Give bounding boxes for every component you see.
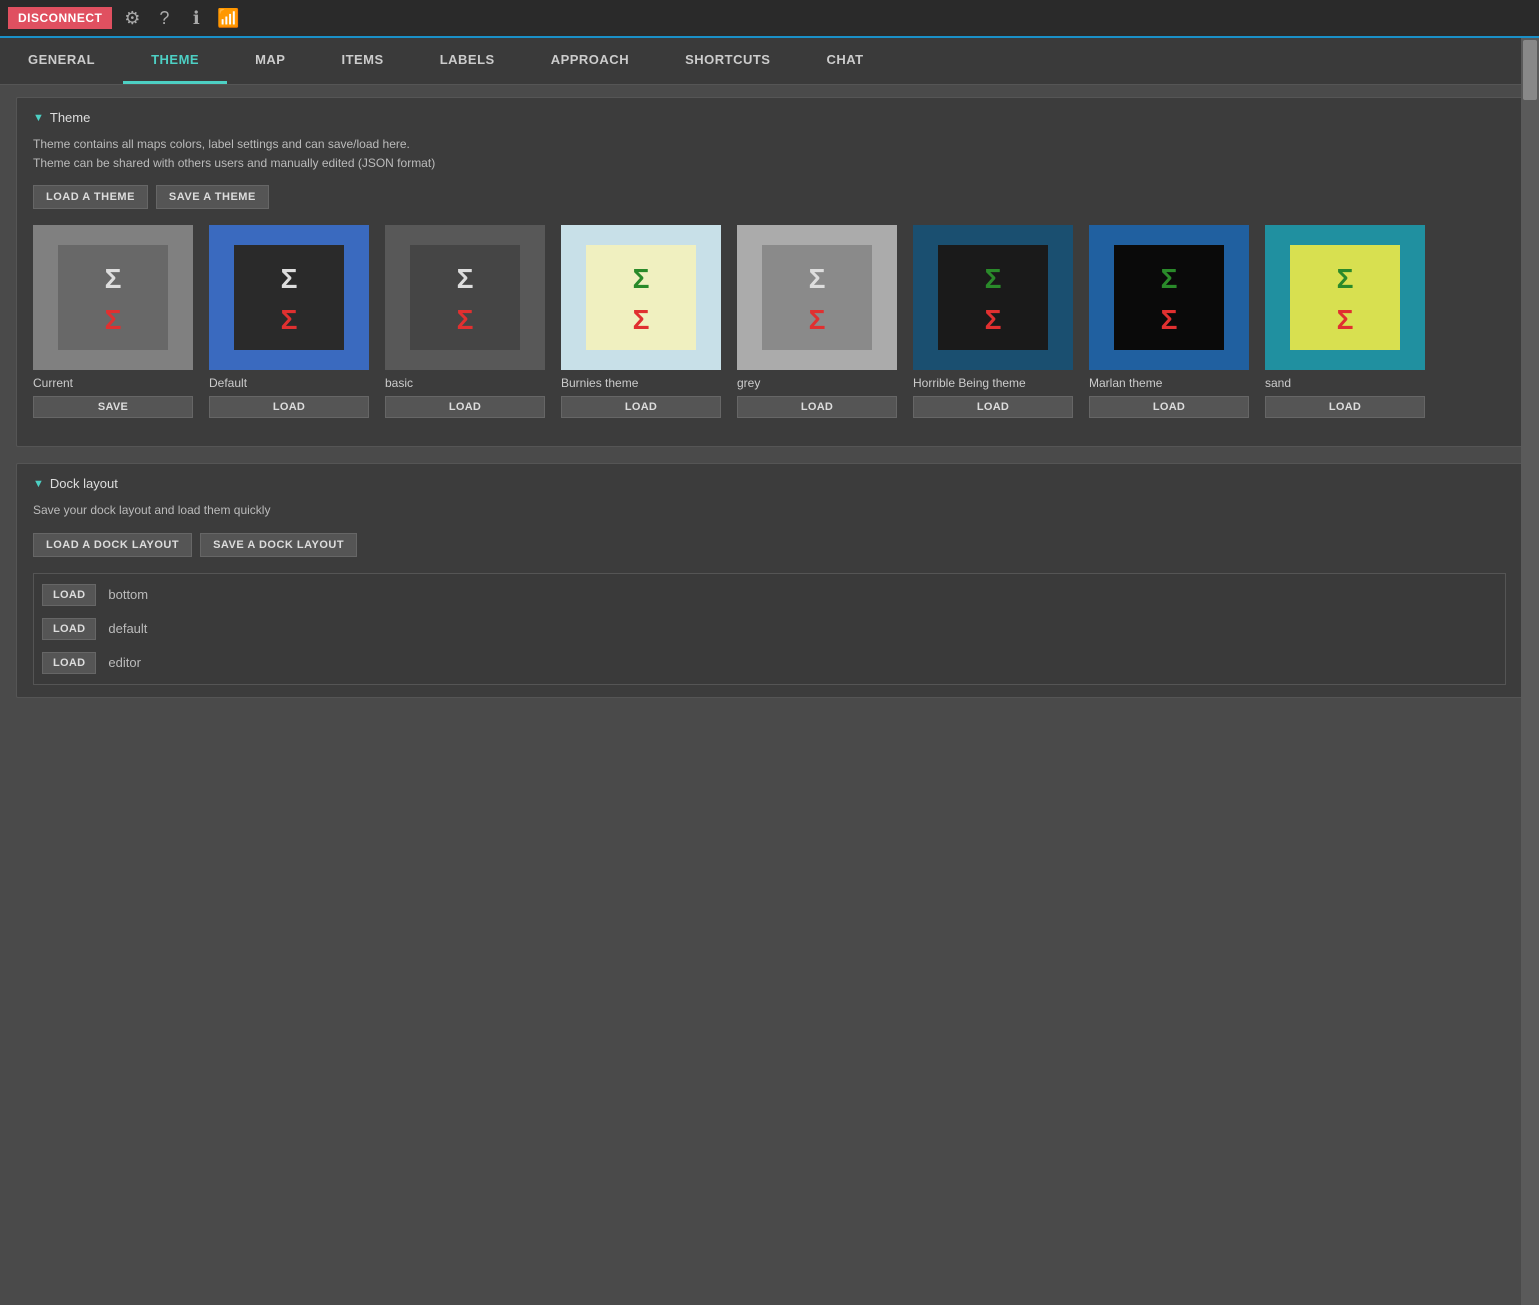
theme-preview-current: ΣΣ [33,225,193,370]
dock-buttons: LOAD A DOCK LAYOUT SAVE A DOCK LAYOUT [33,533,1506,557]
theme-item-burnies: ΣΣ Burnies theme LOAD [561,225,721,418]
tab-general[interactable]: GENERAL [0,38,123,84]
theme-desc-line2: Theme can be shared with others users an… [33,154,1506,173]
signal-icon[interactable]: 📶 [216,6,240,30]
theme-preview-basic: ΣΣ [385,225,545,370]
tab-labels[interactable]: LABELS [412,38,523,84]
dock-load-button-default[interactable]: LOAD [42,618,96,640]
sigma-top-horrible: Σ [985,263,1002,295]
theme-grid: ΣΣCurrentSAVEΣΣDefaultLOADΣΣbasicLOADΣΣB… [33,225,1506,434]
theme-load-button-grey[interactable]: LOAD [737,396,897,418]
theme-section-title: Theme [50,110,90,125]
load-dock-button[interactable]: LOAD A DOCK LAYOUT [33,533,192,557]
sigma-top-grey: Σ [809,263,826,295]
theme-preview-sand: ΣΣ [1265,225,1425,370]
theme-item-horrible: ΣΣ Horrible Being theme LOAD [913,225,1073,418]
theme-item-default: ΣΣ Default LOAD [209,225,369,418]
dock-item-default: LOAD default [34,612,1505,646]
tab-approach[interactable]: APPROACH [523,38,657,84]
theme-desc-line1: Theme contains all maps colors, label se… [33,135,1506,154]
theme-label-horrible: Horrible Being theme [913,376,1073,390]
sigma-bottom-marlan: Σ [1161,304,1178,336]
theme-label-default: Default [209,376,369,390]
theme-desc: Theme contains all maps colors, label se… [33,135,1506,173]
sigma-bottom-grey: Σ [809,304,826,336]
main-content: ▼ Theme Theme contains all maps colors, … [0,85,1539,710]
theme-label-burnies: Burnies theme [561,376,721,390]
top-bar: DISCONNECT ⚙ ? ℹ 📶 [0,0,1539,38]
save-dock-button[interactable]: SAVE A DOCK LAYOUT [200,533,357,557]
question-icon[interactable]: ? [152,6,176,30]
sigma-top-sand: Σ [1337,263,1354,295]
theme-item-current: ΣΣ Current SAVE [33,225,193,418]
theme-preview-grey: ΣΣ [737,225,897,370]
tab-shortcuts[interactable]: SHORTCUTS [657,38,798,84]
dock-item-label-editor: editor [108,655,141,670]
dock-section-header: ▼ Dock layout [33,476,1506,491]
scrollbar-thumb[interactable] [1523,40,1537,100]
theme-preview-default: ΣΣ [209,225,369,370]
theme-item-marlan: ΣΣ Marlan theme LOAD [1089,225,1249,418]
dock-item-editor: LOAD editor [34,646,1505,680]
theme-item-grey: ΣΣgreyLOAD [737,225,897,418]
dock-item-bottom: LOAD bottom [34,578,1505,612]
dock-load-button-bottom[interactable]: LOAD [42,584,96,606]
sigma-top-burnies: Σ [633,263,650,295]
dock-item-label-default: default [108,621,147,636]
theme-label-basic: basic [385,376,545,390]
dock-section-title: Dock layout [50,476,118,491]
save-theme-button[interactable]: SAVE A THEME [156,185,269,209]
tab-map[interactable]: MAP [227,38,313,84]
tab-theme[interactable]: THEME [123,38,227,84]
scrollbar[interactable] [1521,38,1539,1305]
sigma-bottom-sand: Σ [1337,304,1354,336]
theme-label-current: Current [33,376,193,390]
theme-section-header: ▼ Theme [33,110,1506,125]
theme-load-button-burnies[interactable]: LOAD [561,396,721,418]
tab-chat[interactable]: CHAT [798,38,891,84]
disconnect-button[interactable]: DISCONNECT [8,7,112,29]
sigma-bottom-default: Σ [281,304,298,336]
theme-save-button-current[interactable]: SAVE [33,396,193,418]
theme-load-button-default[interactable]: LOAD [209,396,369,418]
theme-preview-horrible: ΣΣ [913,225,1073,370]
sigma-bottom-burnies: Σ [633,304,650,336]
dock-desc: Save your dock layout and load them quic… [33,501,1506,520]
dock-arrow-icon: ▼ [33,478,44,490]
sigma-bottom-basic: Σ [457,304,474,336]
theme-label-marlan: Marlan theme [1089,376,1249,390]
sigma-bottom-horrible: Σ [985,304,1002,336]
theme-label-sand: sand [1265,376,1425,390]
info-icon[interactable]: ℹ [184,6,208,30]
dock-item-label-bottom: bottom [108,587,148,602]
theme-arrow-icon: ▼ [33,112,44,124]
theme-item-sand: ΣΣsandLOAD [1265,225,1425,418]
nav-tabs: GENERAL THEME MAP ITEMS LABELS APPROACH … [0,38,1539,85]
theme-label-grey: grey [737,376,897,390]
theme-load-button-horrible[interactable]: LOAD [913,396,1073,418]
theme-section: ▼ Theme Theme contains all maps colors, … [16,97,1523,447]
tab-items[interactable]: ITEMS [313,38,411,84]
theme-item-basic: ΣΣbasicLOAD [385,225,545,418]
theme-load-button-sand[interactable]: LOAD [1265,396,1425,418]
sigma-top-current: Σ [105,263,122,295]
sigma-top-default: Σ [281,263,298,295]
dock-section: ▼ Dock layout Save your dock layout and … [16,463,1523,697]
theme-load-button-basic[interactable]: LOAD [385,396,545,418]
sigma-bottom-current: Σ [105,304,122,336]
sigma-top-basic: Σ [457,263,474,295]
theme-load-button-marlan[interactable]: LOAD [1089,396,1249,418]
load-theme-button[interactable]: LOAD A THEME [33,185,148,209]
theme-buttons: LOAD A THEME SAVE A THEME [33,185,1506,209]
sigma-top-marlan: Σ [1161,263,1178,295]
dock-load-button-editor[interactable]: LOAD [42,652,96,674]
theme-preview-burnies: ΣΣ [561,225,721,370]
dock-list: LOAD bottom LOAD default LOAD editor [33,573,1506,685]
theme-preview-marlan: ΣΣ [1089,225,1249,370]
gear-icon[interactable]: ⚙ [120,6,144,30]
